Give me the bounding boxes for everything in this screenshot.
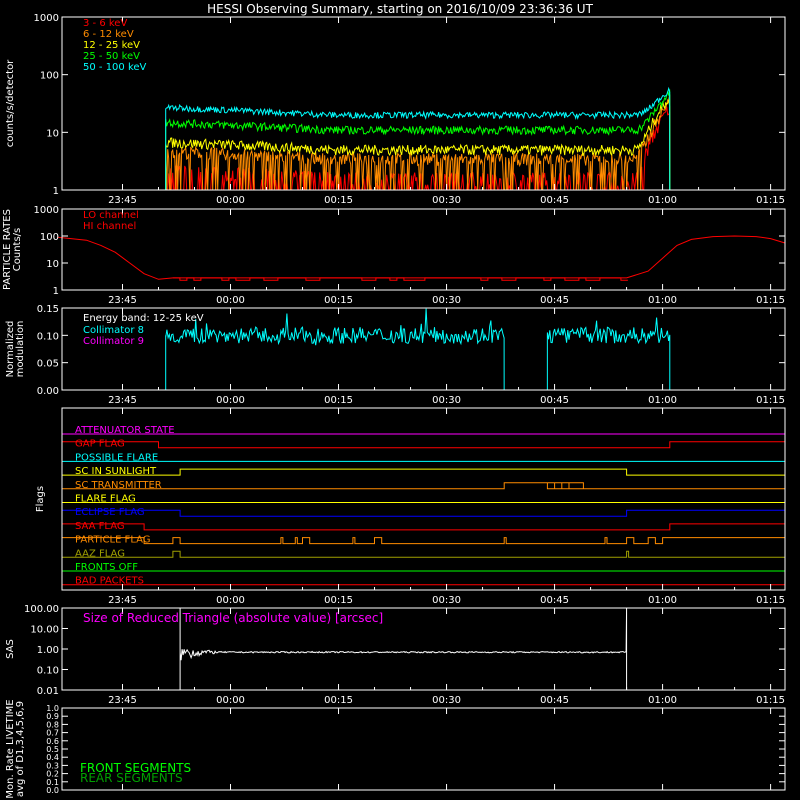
count-rates-x-tick-label: 00:00 (216, 195, 245, 206)
modulation-legend-entry: Collimator 9 (83, 336, 144, 347)
flags-flag-label: PARTICLE FLAG (75, 535, 151, 546)
modulation-y-tick-label: 0.00 (37, 386, 59, 397)
modulation-y-tick-label: 0.05 (37, 359, 59, 370)
flags-x-tick-label: 01:15 (756, 595, 785, 606)
particle-rates-x-tick-label: 00:15 (324, 295, 353, 306)
flags-x-tick-label: 00:15 (324, 595, 353, 606)
sas-y-tick-label: 0.01 (37, 686, 59, 697)
particle-rates-y-tick-label: 100 (40, 232, 59, 243)
livetime-y-tick-label: 0.0 (46, 786, 59, 795)
flags-x-tick-label: 00:00 (216, 595, 245, 606)
count-rates-x-tick-label: 00:45 (540, 195, 569, 206)
particle-rates-x-tick-label: 01:15 (756, 295, 785, 306)
livetime-y-tick-label: 0.8 (46, 720, 59, 729)
count-rates-legend-entry: 50 - 100 keV (83, 62, 147, 73)
livetime-y-tick-label: 0.5 (46, 745, 59, 754)
sas-ylabel: SAS (5, 639, 16, 659)
flags-x-tick-label: 00:30 (432, 595, 461, 606)
livetime-y-tick-label: 0.4 (46, 753, 59, 762)
particle-rates-y-tick-label: 1000 (34, 205, 59, 216)
livetime-y-tick-label: 0.9 (46, 712, 59, 721)
count-rates-y-tick-label: 10 (46, 128, 59, 139)
flags-flag-label: ECLIPSE FLAG (75, 507, 145, 518)
particle-rates-x-tick-label: 23:45 (108, 295, 137, 306)
livetime-y-tick-label: 0.7 (46, 729, 59, 738)
sas-y-tick-label: 100.00 (24, 604, 59, 615)
count-rates-ylabel: counts/s/detector (5, 59, 16, 147)
sas-x-tick-label: 23:45 (108, 695, 137, 706)
sas-y-tick-label: 10.00 (30, 625, 59, 636)
modulation-x-tick-label: 00:15 (324, 395, 353, 406)
livetime-y-tick-label: 0.3 (46, 761, 59, 770)
flags-x-tick-label: 00:45 (540, 595, 569, 606)
livetime-y-tick-label: 0.2 (46, 770, 59, 779)
particle-rates-y-tick-label: 10 (46, 259, 59, 270)
sas-x-tick-label: 00:15 (324, 695, 353, 706)
modulation-legend-entry: Collimator 8 (83, 325, 144, 336)
sas-y-tick-label: 1.00 (37, 645, 59, 656)
particle-rates-x-tick-label: 00:45 (540, 295, 569, 306)
count-rates-legend-entry: 12 - 25 keV (83, 40, 140, 51)
modulation-annotation: Energy band: 12-25 keV (83, 313, 204, 324)
flags-x-tick-label: 23:45 (108, 595, 137, 606)
modulation-x-tick-label: 00:30 (432, 395, 461, 406)
hessi-summary-chart: HESSI Observing Summary, starting on 201… (0, 0, 800, 800)
count-rates-x-tick-label: 01:00 (648, 195, 677, 206)
particle-rates-ylabel: Counts/s (12, 228, 23, 272)
sas-y-tick-label: 0.10 (37, 666, 59, 677)
flags-ylabel: Flags (35, 486, 46, 512)
count-rates-legend-entry: 3 - 6 keV (83, 18, 127, 29)
count-rates-x-tick-label: 01:15 (756, 195, 785, 206)
sas-x-tick-label: 00:45 (540, 695, 569, 706)
modulation-x-tick-label: 01:00 (648, 395, 677, 406)
particle-rates-legend-entry: LO channel (83, 210, 139, 221)
count-rates-y-tick-label: 1000 (34, 13, 59, 24)
count-rates-x-tick-label: 00:30 (432, 195, 461, 206)
livetime-y-tick-label: 0.6 (46, 737, 59, 746)
particle-rates-x-tick-label: 00:00 (216, 295, 245, 306)
modulation-y-tick-label: 0.10 (37, 331, 59, 342)
flags-x-tick-label: 01:00 (648, 595, 677, 606)
modulation-x-tick-label: 01:15 (756, 395, 785, 406)
particle-rates-x-tick-label: 01:00 (648, 295, 677, 306)
sas-annotation: Size of Reduced Triangle (absolute value… (83, 611, 383, 625)
livetime-legend-entry: REAR SEGMENTS (80, 771, 183, 785)
count-rates-legend-entry: 6 - 12 keV (83, 29, 134, 40)
count-rates-y-tick-label: 100 (40, 71, 59, 82)
chart-title: HESSI Observing Summary, starting on 201… (207, 2, 593, 16)
modulation-x-tick-label: 00:45 (540, 395, 569, 406)
modulation-y-tick-label: 0.15 (37, 304, 59, 315)
count-rates-y-tick-label: 1 (53, 186, 59, 197)
sas-x-tick-label: 00:00 (216, 695, 245, 706)
sas-x-tick-label: 01:15 (756, 695, 785, 706)
particle-rates-legend-entry: HI channel (83, 221, 136, 232)
modulation-x-tick-label: 23:45 (108, 395, 137, 406)
flags-flag-label: SAA FLAG (75, 521, 125, 532)
flags-flag-label: GAP FLAG (75, 439, 125, 450)
count-rates-x-tick-label: 00:15 (324, 195, 353, 206)
sas-x-tick-label: 00:30 (432, 695, 461, 706)
livetime-ylabel: avg of D1,3,4,5,6,9 (15, 701, 26, 797)
particle-rates-y-tick-label: 1 (53, 286, 59, 297)
modulation-ylabel: modulation (15, 321, 26, 378)
modulation-x-tick-label: 00:00 (216, 395, 245, 406)
count-rates-legend-entry: 25 - 50 keV (83, 51, 140, 62)
livetime-y-tick-label: 1.0 (46, 704, 59, 713)
sas-x-tick-label: 01:00 (648, 695, 677, 706)
count-rates-x-tick-label: 23:45 (108, 195, 137, 206)
particle-rates-x-tick-label: 00:30 (432, 295, 461, 306)
livetime-y-tick-label: 0.1 (46, 778, 59, 787)
